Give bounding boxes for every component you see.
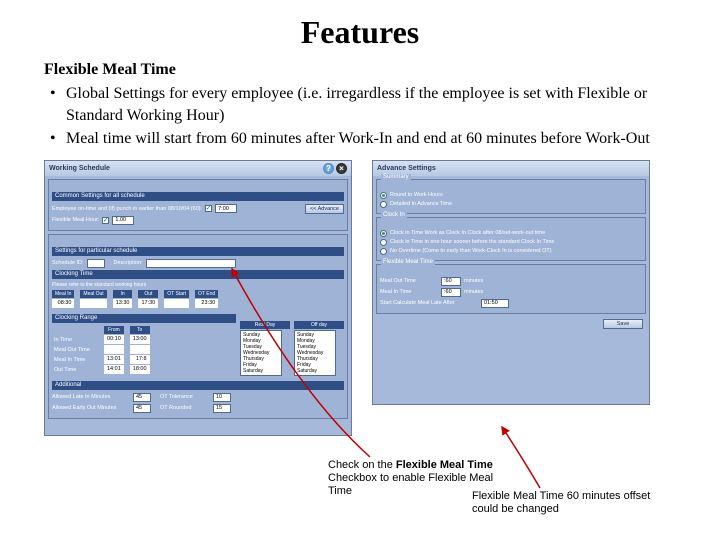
col-head: OT Start bbox=[164, 290, 189, 298]
bullet-item: Global Settings for every employee (i.e.… bbox=[44, 83, 676, 126]
save-button[interactable]: Save bbox=[603, 319, 643, 329]
particular-settings-group: Settings for particular schedule Schedul… bbox=[48, 234, 348, 419]
summary-radio-2[interactable] bbox=[380, 201, 387, 208]
bullet-list: Global Settings for every employee (i.e.… bbox=[44, 83, 676, 150]
early-field[interactable]: 7:00 bbox=[215, 204, 237, 213]
group-legend: Clock In bbox=[381, 212, 407, 218]
flexible-meal-group: Flexible Meal Time Meal Out Time :60 min… bbox=[376, 264, 646, 314]
group-heading: Settings for particular schedule bbox=[52, 247, 344, 256]
late-in-field[interactable]: 45 bbox=[133, 393, 151, 402]
additional-heading: Additional bbox=[52, 381, 344, 390]
flexmeal-label: Flexible Meal Hour: bbox=[52, 217, 99, 223]
ot-rounded-field[interactable]: 15 bbox=[213, 404, 231, 413]
close-icon[interactable]: × bbox=[336, 163, 347, 174]
page-title: Features bbox=[0, 14, 720, 51]
early-label: Employee on-time and (if) punch in earli… bbox=[52, 206, 202, 212]
cell[interactable]: 14:01 bbox=[104, 365, 124, 374]
cell[interactable] bbox=[80, 299, 106, 308]
cell[interactable] bbox=[130, 345, 150, 354]
schedule-id-field[interactable] bbox=[87, 259, 105, 268]
bullet-item: Meal time will start from 60 minutes aft… bbox=[44, 128, 676, 150]
group-legend: Summary bbox=[381, 174, 411, 180]
clockin-radio-1[interactable] bbox=[380, 230, 387, 237]
early-out-field[interactable]: 45 bbox=[133, 404, 151, 413]
startcalc-label: Start Calculate Meal Late After bbox=[380, 300, 478, 306]
cell[interactable]: 17:8 bbox=[130, 355, 150, 364]
window-titlebar: Advance Settings bbox=[373, 161, 649, 176]
cell[interactable]: 17:30 bbox=[138, 299, 158, 308]
startcalc-field[interactable]: 01:50 bbox=[481, 299, 509, 308]
cell[interactable]: 00:10 bbox=[104, 335, 124, 344]
col-head: Meal In bbox=[52, 290, 74, 298]
common-settings-group: Common Settings for all schedule Employe… bbox=[48, 179, 348, 231]
cell[interactable]: 18:00 bbox=[130, 365, 150, 374]
col-head: OT End bbox=[195, 290, 218, 298]
additional-row: Allowed Late In Minutes 45 OT Tolerance … bbox=[52, 393, 344, 402]
range-label: Meal Out Time bbox=[52, 346, 98, 355]
cell[interactable]: 23:30 bbox=[195, 299, 218, 308]
group-legend: Flexible Meal Time bbox=[381, 259, 435, 265]
range-label: Meal In Time bbox=[52, 356, 98, 365]
annotation-2: Flexible Meal Time 60 minutes offset cou… bbox=[472, 490, 682, 516]
col-head: In bbox=[113, 290, 133, 298]
range-label: Out Time bbox=[52, 366, 98, 375]
schedule-id-label: Schedule ID: bbox=[52, 260, 84, 266]
section-subtitle: Flexible Meal Time bbox=[44, 61, 676, 79]
description-field[interactable] bbox=[146, 259, 236, 268]
mealout-label: Meal Out Time bbox=[380, 278, 438, 284]
additional-row: Allowed Early Out Minutes 45 OT Rounded … bbox=[52, 404, 344, 413]
mealin-field[interactable]: :60 bbox=[441, 288, 461, 297]
offday-list[interactable]: Sunday Monday Tuesday Wednesday Thursday… bbox=[294, 330, 336, 376]
cell[interactable] bbox=[104, 345, 124, 354]
group-heading: Common Settings for all schedule bbox=[52, 192, 344, 201]
advance-button[interactable]: << Advance bbox=[305, 204, 344, 214]
summary-group: Summary Round to Work Hours Detailed in … bbox=[376, 179, 646, 214]
mealout-field[interactable]: :60 bbox=[441, 277, 461, 286]
cell[interactable]: 13:01 bbox=[104, 355, 124, 364]
col-head: To bbox=[130, 326, 150, 334]
clocking-sub: Please refer to the standard working hou… bbox=[52, 282, 344, 288]
range-label: In Time bbox=[52, 336, 98, 345]
ot-tolerance-field[interactable]: 10 bbox=[213, 393, 231, 402]
window-title: Working Schedule bbox=[49, 165, 110, 172]
clockin-radio-3[interactable] bbox=[380, 248, 387, 255]
col-head: Meal Out bbox=[80, 290, 106, 298]
cell[interactable] bbox=[164, 299, 189, 308]
working-schedule-window: Working Schedule ? × Common Settings for… bbox=[44, 160, 352, 436]
flexmeal-checkbox[interactable] bbox=[102, 217, 109, 224]
cell[interactable]: 13:00 bbox=[130, 335, 150, 344]
restday-list[interactable]: Sunday Monday Tuesday Wednesday Thursday… bbox=[240, 330, 282, 376]
summary-radio-1[interactable] bbox=[380, 192, 387, 199]
window-titlebar: Working Schedule ? × bbox=[45, 161, 351, 176]
window-title: Advance Settings bbox=[377, 165, 436, 172]
offday-heading: Off day bbox=[294, 321, 344, 329]
restday-heading: Rest Day bbox=[240, 321, 290, 329]
clocking-time-table: Meal In08:30 Meal Out In13:30 Out17:30 O… bbox=[52, 290, 344, 308]
early-checkbox[interactable] bbox=[205, 205, 212, 212]
mealin-label: Meal In Time bbox=[380, 289, 438, 295]
cell[interactable]: 08:30 bbox=[52, 299, 74, 308]
flexmeal-field[interactable]: 1.00 bbox=[112, 216, 134, 225]
clocking-time-heading: Clocking Time bbox=[52, 270, 344, 279]
description-label: Description: bbox=[114, 260, 143, 266]
col-head: Out bbox=[138, 290, 158, 298]
help-icon[interactable]: ? bbox=[323, 163, 334, 174]
clocking-range-table: In Time Meal Out Time Meal In Time Out T… bbox=[52, 326, 236, 375]
clockin-radio-2[interactable] bbox=[380, 239, 387, 246]
col-head: From bbox=[104, 326, 124, 334]
clockin-group: Clock In Clock in Time Work as Clock In … bbox=[376, 217, 646, 261]
cell[interactable]: 13:30 bbox=[113, 299, 133, 308]
text-block: Flexible Meal Time Global Settings for e… bbox=[0, 61, 720, 150]
advance-settings-window: Advance Settings Summary Round to Work H… bbox=[372, 160, 650, 405]
clocking-range-heading: Clocking Range bbox=[52, 314, 236, 323]
